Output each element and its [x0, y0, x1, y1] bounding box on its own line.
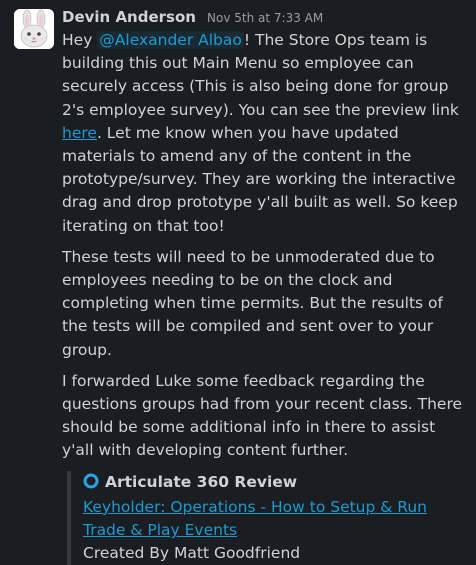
bunny-avatar-icon [14, 9, 54, 49]
message-paragraph-3: I forwarded Luke some feedback regarding… [62, 371, 463, 460]
text-segment: Hey [62, 31, 98, 49]
articulate-ring-icon [83, 473, 99, 496]
message-paragraph-1: Hey @Alexander Albao! The Store Ops team… [62, 29, 466, 238]
chat-message: Devin Anderson Nov 5th at 7:33 AM Hey @A… [0, 0, 476, 565]
message-body: Devin Anderson Nov 5th at 7:33 AM Hey @A… [62, 6, 466, 565]
message-paragraph-2: These tests will need to be unmoderated … [62, 247, 443, 359]
attachment-service: Articulate 360 Review [83, 471, 466, 496]
link-unfurl-attachment: Articulate 360 Review Keyholder: Operati… [67, 470, 466, 565]
user-mention[interactable]: @Alexander Albao [97, 31, 244, 49]
attachment-title-link[interactable]: Keyholder: Operations - How to Setup & R… [83, 496, 466, 542]
sender-name[interactable]: Devin Anderson [62, 8, 196, 26]
avatar[interactable] [14, 9, 54, 49]
preview-link[interactable]: here [62, 124, 97, 142]
text-segment: . Let me know when you have updated mate… [62, 123, 458, 235]
message-timestamp[interactable]: Nov 5th at 7:33 AM [207, 11, 323, 25]
message-header: Devin Anderson Nov 5th at 7:33 AM [62, 6, 466, 28]
attachment-service-name: Articulate 360 Review [105, 472, 298, 491]
